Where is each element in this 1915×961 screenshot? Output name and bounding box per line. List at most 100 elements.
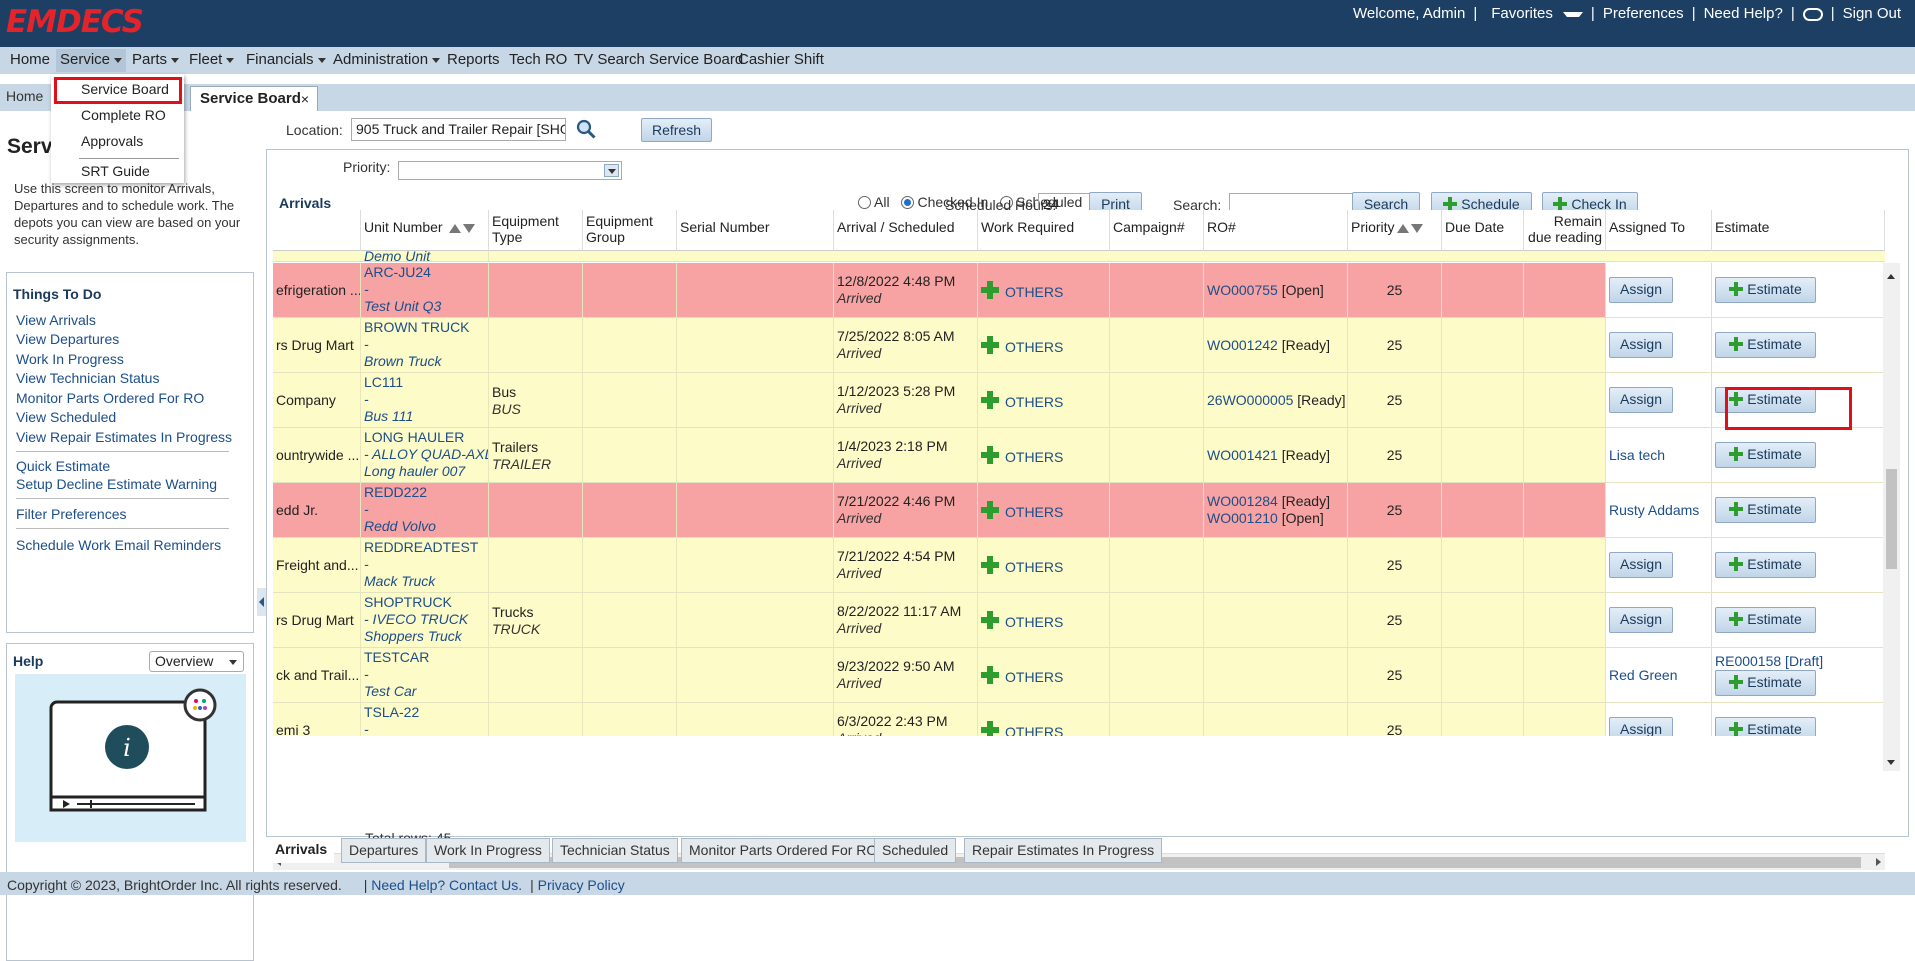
link-quick-estimate[interactable]: Quick Estimate — [16, 458, 110, 474]
col-priority[interactable]: Priority — [1348, 210, 1442, 251]
scroll-up-icon[interactable] — [1887, 274, 1895, 279]
need-help-link[interactable]: Need Help? — [1698, 5, 1789, 22]
link-view-arrivals[interactable]: View Arrivals — [16, 312, 96, 328]
col-ro-number[interactable]: RO# — [1204, 210, 1348, 251]
tab-service-board[interactable]: Service Board × — [190, 86, 318, 111]
link-view-scheduled[interactable]: View Scheduled — [16, 409, 116, 425]
favorites-menu[interactable]: Favorites — [1479, 5, 1589, 22]
scroll-right-icon[interactable] — [1876, 858, 1881, 866]
menu-parts[interactable]: Parts — [132, 51, 180, 68]
menu-reports[interactable]: Reports — [447, 51, 500, 68]
menu-tech-ro[interactable]: Tech RO — [509, 51, 567, 68]
col-assigned-to[interactable]: Assigned To — [1606, 210, 1712, 251]
menu-administration[interactable]: Administration — [333, 51, 441, 68]
tab-technician-status[interactable]: Technician Status — [552, 838, 678, 863]
unit-number-link[interactable]: SHOPTRUCK — [364, 594, 485, 611]
add-work-icon[interactable] — [981, 721, 999, 736]
tab-arrivals[interactable]: Arrivals — [268, 838, 335, 863]
vertical-scrollbar[interactable] — [1883, 263, 1900, 771]
assign-button[interactable]: Assign — [1609, 277, 1673, 303]
assign-button[interactable]: Assign — [1609, 387, 1673, 413]
tab-scheduled[interactable]: Scheduled — [874, 838, 957, 863]
work-required-cell[interactable]: OTHERS — [978, 538, 1110, 592]
work-required-cell[interactable]: OTHERS — [978, 373, 1110, 427]
priority-select[interactable] — [398, 161, 622, 180]
unit-number-link[interactable]: TSLA-22 — [364, 704, 485, 721]
col-serial-number[interactable]: Serial Number — [677, 210, 834, 251]
work-required-cell[interactable]: OTHERS — [978, 703, 1110, 736]
work-required-link[interactable]: OTHERS — [1005, 559, 1063, 575]
link-monitor-parts[interactable]: Monitor Parts Ordered For RO — [16, 390, 204, 406]
ro-number-link[interactable]: WO001210 — [1207, 510, 1278, 526]
work-required-cell[interactable]: OTHERS — [978, 428, 1110, 482]
search-icon[interactable] — [576, 119, 596, 139]
ro-number-link[interactable]: WO000755 — [1207, 282, 1278, 298]
menu-service[interactable]: Service — [56, 49, 127, 72]
breadcrumb-home[interactable]: Home — [6, 88, 43, 104]
add-work-icon[interactable] — [981, 556, 999, 574]
unit-desc[interactable]: Demo Unit — [361, 251, 489, 261]
work-required-link[interactable]: OTHERS — [1005, 669, 1063, 685]
refresh-button[interactable]: Refresh — [641, 118, 712, 142]
menu-fleet[interactable]: Fleet — [189, 51, 235, 68]
col-campaign[interactable]: Campaign# — [1110, 210, 1204, 251]
link-schedule-email-reminders[interactable]: Schedule Work Email Reminders — [16, 537, 221, 553]
work-required-cell[interactable]: OTHERS — [978, 593, 1110, 647]
unit-number-link[interactable]: ARC-JU24 — [364, 264, 485, 281]
estimate-ref-link[interactable]: RE000158 [Draft] — [1715, 653, 1823, 670]
unit-number-link[interactable]: REDDREADTEST — [364, 539, 485, 556]
link-setup-decline-warning[interactable]: Setup Decline Estimate Warning — [16, 476, 217, 492]
sort-desc-icon[interactable] — [462, 224, 475, 234]
unit-number-link[interactable]: REDD222 — [364, 484, 485, 501]
help-topic-select[interactable]: Overview — [149, 651, 244, 672]
assign-button[interactable]: Assign — [1609, 607, 1673, 633]
menu-financials[interactable]: Financials — [246, 51, 326, 68]
link-work-in-progress[interactable]: Work In Progress — [16, 351, 124, 367]
estimate-button[interactable]: Estimate — [1715, 332, 1816, 358]
link-view-departures[interactable]: View Departures — [16, 331, 119, 347]
work-required-cell[interactable]: OTHERS — [978, 648, 1110, 702]
scroll-down-icon[interactable] — [1887, 760, 1895, 765]
add-work-icon[interactable] — [981, 391, 999, 409]
tab-work-in-progress[interactable]: Work In Progress — [426, 838, 550, 863]
estimate-button[interactable]: Estimate — [1715, 552, 1816, 578]
tab-departures[interactable]: Departures — [341, 838, 427, 863]
col-unit-number[interactable]: Unit Number — [361, 210, 489, 251]
estimate-button[interactable]: Estimate — [1715, 607, 1816, 633]
unit-number-link[interactable]: LONG HAULER — [364, 429, 485, 446]
work-required-link[interactable]: OTHERS — [1005, 339, 1063, 355]
estimate-button[interactable]: Estimate — [1715, 670, 1816, 696]
work-required-cell[interactable]: OTHERS — [978, 318, 1110, 372]
sort-asc-icon[interactable] — [1396, 224, 1409, 234]
work-required-link[interactable]: OTHERS — [1005, 504, 1063, 520]
add-work-icon[interactable] — [981, 611, 999, 629]
assign-button[interactable]: Assign — [1609, 717, 1673, 736]
ro-number-link[interactable]: WO001421 — [1207, 447, 1278, 463]
dropdown-srt-guide[interactable]: SRT Guide — [81, 163, 150, 179]
chat-button[interactable] — [1797, 5, 1829, 22]
add-work-icon[interactable] — [981, 446, 999, 464]
menu-tv-search-service-board[interactable]: TV Search Service Board — [574, 51, 743, 68]
work-required-link[interactable]: OTHERS — [1005, 449, 1063, 465]
assigned-technician-link[interactable]: Rusty Addams — [1609, 502, 1699, 518]
tab-repair-estimates[interactable]: Repair Estimates In Progress — [964, 838, 1163, 863]
assign-button[interactable]: Assign — [1609, 552, 1673, 578]
unit-number-link[interactable]: BROWN TRUCK — [364, 319, 485, 336]
col-equipment-type[interactable]: Equipment Type — [489, 210, 583, 251]
sort-desc-icon[interactable] — [1410, 224, 1423, 234]
dropdown-complete-ro[interactable]: Complete RO — [81, 107, 166, 123]
col-equipment-group[interactable]: Equipment Group — [583, 210, 677, 251]
ro-number-link[interactable]: WO001242 — [1207, 337, 1278, 353]
contact-link[interactable]: Need Help? Contact Us. — [371, 877, 522, 893]
unit-number-link[interactable]: TESTCAR — [364, 649, 485, 666]
sort-asc-icon[interactable] — [448, 224, 461, 234]
add-work-icon[interactable] — [981, 501, 999, 519]
work-required-link[interactable]: OTHERS — [1005, 284, 1063, 300]
work-required-link[interactable]: OTHERS — [1005, 614, 1063, 630]
link-view-repair-estimates[interactable]: View Repair Estimates In Progress — [16, 429, 232, 445]
work-required-link[interactable]: OTHERS — [1005, 724, 1063, 736]
work-required-link[interactable]: OTHERS — [1005, 394, 1063, 410]
work-required-cell[interactable]: OTHERS — [978, 263, 1110, 317]
menu-home[interactable]: Home — [10, 51, 50, 68]
estimate-button[interactable]: Estimate — [1715, 277, 1816, 303]
